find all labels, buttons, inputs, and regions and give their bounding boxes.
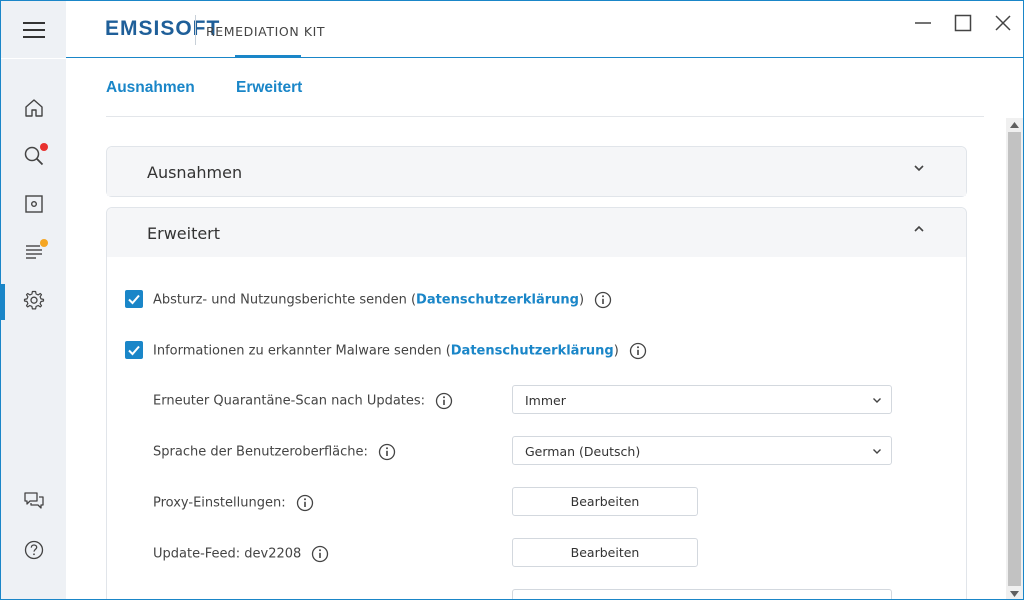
privacy-policy-link[interactable]: Datenschutzerklärung [416,293,579,308]
chevron-down-icon [873,449,881,454]
close-icon [995,15,1011,31]
privacy-policy-link[interactable]: Datenschutzerklärung [451,344,614,359]
malware-info-row: Informationen zu erkannter Malware sende… [107,335,966,365]
chevron-down-icon [914,165,924,172]
info-icon[interactable] [435,392,453,410]
window-controls [903,1,1023,45]
edit-proxy-button[interactable]: Bearbeiten [512,487,698,516]
hamburger-icon [22,21,45,38]
logs-alert-badge [40,239,48,247]
help-icon [24,540,43,560]
chevron-down-icon [873,398,881,403]
app-window: EMSISOFT REMEDIATION KIT Ausnahmen Erwei… [0,0,1024,600]
scroll-thumb[interactable] [1008,132,1021,586]
tab-ausnahmen[interactable]: Ausnahmen [106,79,195,97]
sidebar [1,59,66,599]
sidebar-item-logs[interactable] [1,230,66,274]
sidebar-item-help[interactable] [1,528,66,572]
sidebar-item-feedback[interactable] [1,479,66,523]
rescan-label: Erneuter Quarantäne-Scan nach Updates: [153,392,453,410]
sidebar-item-quarantine[interactable] [1,182,66,226]
checkmark-icon [128,294,140,305]
sidebar-item-settings[interactable] [1,278,66,322]
scroll-up-arrow[interactable] [1006,118,1023,132]
language-setting-row: Sprache der Benutzeroberfläche: German (… [107,436,966,466]
scroll-down-arrow[interactable] [1006,587,1023,599]
rescan-select[interactable]: Immer [512,385,892,414]
brand-logo: EMSISOFT [105,17,221,40]
info-icon[interactable] [311,545,329,563]
gear-icon [23,290,44,310]
tab-erweitert[interactable]: Erweitert [236,79,302,97]
minimize-icon [915,22,931,24]
panel-ausnahmen: Ausnahmen [106,146,967,197]
panel-erweitert-header[interactable]: Erweitert [107,208,966,257]
panel-ausnahmen-header[interactable]: Ausnahmen [107,147,966,196]
info-icon[interactable] [629,342,647,360]
tab-bar: Ausnahmen Erweitert [106,59,984,117]
minimize-button[interactable] [903,1,943,45]
sidebar-item-home[interactable] [1,86,66,130]
language-selected-value: German (Deutsch) [525,444,641,459]
update-feed-row: Update-Feed: dev2208 Bearbeiten [107,538,966,568]
panel-title: Erweitert [147,224,221,243]
maximize-button[interactable] [943,1,983,45]
chat-icon [23,492,44,509]
checkmark-icon [128,345,140,356]
crash-reports-checkbox[interactable] [125,290,143,308]
sidebar-item-scan[interactable] [1,134,66,178]
partial-select[interactable] [512,589,892,599]
rescan-setting-row: Erneuter Quarantäne-Scan nach Updates: I… [107,385,966,415]
scan-alert-badge [40,143,48,151]
malware-info-checkbox[interactable] [125,341,143,359]
chevron-up-icon [914,225,924,232]
caret-down-icon [1010,591,1019,597]
info-icon[interactable] [378,443,396,461]
home-icon [24,99,43,117]
language-label: Sprache der Benutzeroberfläche: [153,443,396,461]
info-icon[interactable] [296,494,314,512]
proxy-setting-row: Proxy-Einstellungen: Bearbeiten [107,487,966,517]
update-feed-label: Update-Feed: dev2208 [153,545,329,563]
edit-update-feed-button[interactable]: Bearbeiten [512,538,698,567]
scrollbar[interactable] [1006,118,1023,599]
quarantine-icon [24,195,43,213]
brand-divider [195,15,196,45]
crash-reports-row: Absturz- und Nutzungsberichte senden (Da… [107,284,966,314]
next-setting-row-partial [107,589,966,599]
menu-button[interactable] [1,1,66,58]
close-button[interactable] [983,1,1023,45]
proxy-label: Proxy-Einstellungen: [153,494,314,512]
title-bar: EMSISOFT REMEDIATION KIT [1,1,1023,58]
malware-info-label: Informationen zu erkannter Malware sende… [153,342,647,360]
product-name: REMEDIATION KIT [206,24,326,39]
panel-title: Ausnahmen [147,163,243,182]
maximize-icon [954,14,972,32]
info-icon[interactable] [594,291,612,309]
settings-content: Ausnahmen Erweitert Absturz- und Nutzung… [66,118,1006,599]
caret-up-icon [1010,122,1019,128]
panel-erweitert: Erweitert Absturz- und Nutzungsberichte … [106,207,967,599]
rescan-selected-value: Immer [525,393,566,408]
language-select[interactable]: German (Deutsch) [512,436,892,465]
crash-reports-label: Absturz- und Nutzungsberichte senden (Da… [153,291,612,309]
active-tab-indicator [235,55,301,58]
